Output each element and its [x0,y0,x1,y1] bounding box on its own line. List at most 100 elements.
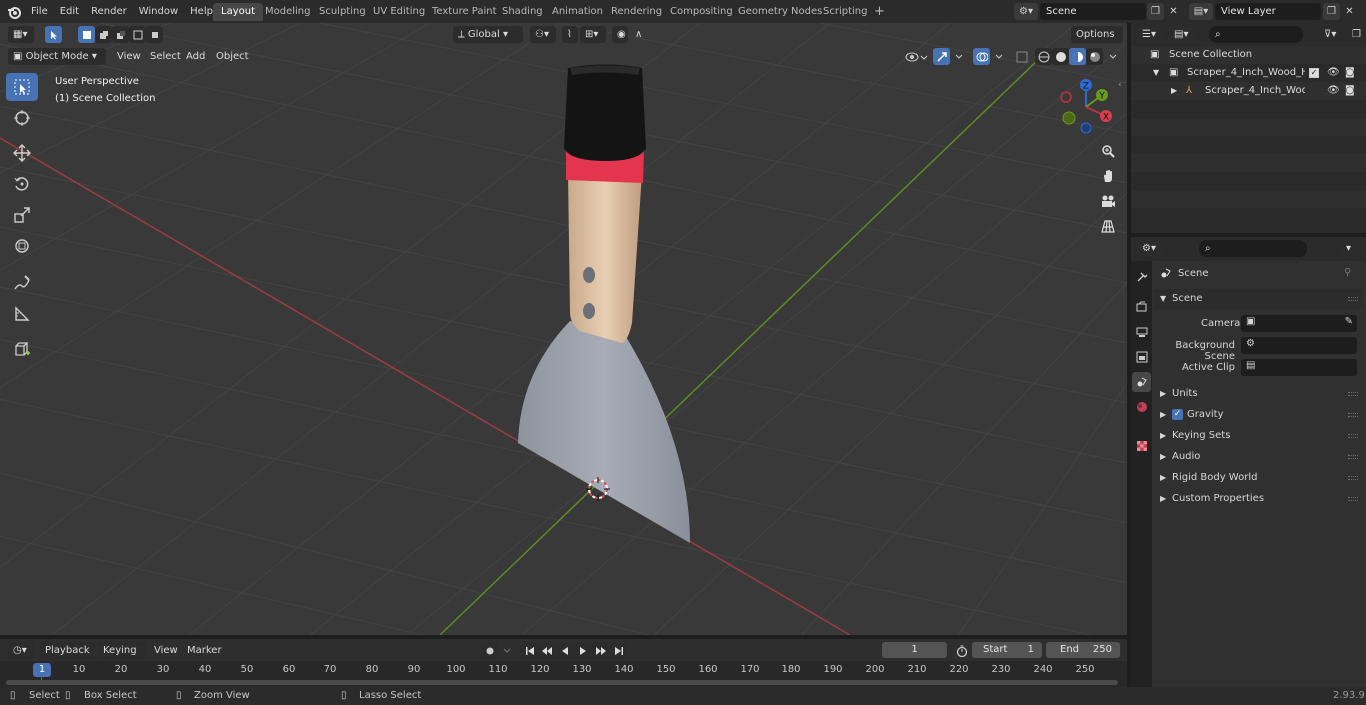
3d-viewport[interactable]: ▦▾ ⟂ Global ▾ ⚇▾ ⌇ ⊞▾ ◉ ∧ Options ▾ ▣ Ob… [0,23,1127,635]
panel-scene-header[interactable]: ▼ Scene [1154,289,1362,309]
tool-move[interactable] [6,139,38,167]
expand-arrow-icon[interactable]: ▶ [1171,82,1177,100]
panel-units[interactable]: ▶ Units [1154,384,1362,404]
shading-material-icon[interactable] [1069,48,1086,65]
tool-rotate[interactable] [6,170,38,198]
tab-world-icon[interactable] [1132,397,1151,417]
xray-toggle-icon[interactable] [1013,48,1030,65]
eyedropper-icon[interactable]: ✎ [1345,316,1353,327]
camera-render-icon[interactable]: ◙ [1345,82,1355,100]
current-frame-field[interactable]: 1 [882,642,947,658]
timeline-menu-playback[interactable]: Playback ▾ [40,642,96,673]
outliner-filter-icon[interactable]: ⊽▾ [1319,26,1345,43]
properties-search-input[interactable]: ⌕ [1199,240,1307,257]
options-button[interactable]: Options ▾ [1071,26,1123,57]
exclude-checkbox[interactable]: ✓ [1309,68,1319,78]
eye-icon[interactable]: 👁 [1327,82,1340,100]
viewport-scene[interactable] [0,23,1127,635]
tool-scale[interactable] [6,201,38,229]
camera-view-icon[interactable] [1096,189,1120,213]
play-icon[interactable] [574,642,591,659]
outliner-editor-type-icon[interactable]: ☰▾ [1137,26,1163,43]
scraper-blade[interactable] [518,321,690,543]
jump-end-icon[interactable] [610,642,627,659]
play-reverse-icon[interactable] [556,642,573,659]
tool-select-box[interactable] [6,73,38,101]
viewport-menu-object[interactable]: Object [216,48,249,65]
outliner-search-input[interactable]: ⌕ [1209,26,1303,43]
visibility-dropdown-icon[interactable] [903,48,929,65]
use-preview-range-icon[interactable] [953,642,970,659]
scraper-model[interactable] [518,64,690,544]
gizmo-neg-x[interactable] [1060,91,1072,103]
menu-file[interactable]: File [25,0,54,23]
timeline-editor[interactable]: ◷▾ Playback ▾ Keying ▾ View Marker 1 Sta… [0,639,1127,687]
shading-rendered-icon[interactable] [1086,48,1103,65]
scene-name-field[interactable]: Scene [1040,3,1146,20]
menu-window[interactable]: Window [133,0,184,23]
tab-shading[interactable]: Shading [494,3,551,21]
jump-next-keyframe-icon[interactable] [592,642,609,659]
transform-orientation-dropdown[interactable]: ⟂ Global ▾ [453,26,523,43]
tab-texture-icon[interactable] [1132,436,1151,456]
expand-arrow-icon[interactable]: ▼ [1153,64,1159,82]
tab-view-layer-icon[interactable] [1132,347,1151,367]
start-frame-field[interactable]: Start 1 [972,642,1042,658]
background-scene-field[interactable]: ⚙ [1241,337,1357,354]
sidebar-toggle-icon[interactable]: ‹ [1118,80,1122,90]
delete-scene-icon[interactable]: ✕ [1165,3,1182,20]
menu-edit[interactable]: Edit [54,0,85,23]
menu-render[interactable]: Render [85,0,133,23]
tab-tool-icon[interactable] [1132,267,1151,287]
timeline-editor-type-icon[interactable]: ◷▾ [8,642,34,659]
new-view-layer-icon[interactable]: ❐ [1323,3,1340,20]
tab-animation[interactable]: Animation [544,3,611,21]
tab-texture-paint[interactable]: Texture Paint [424,3,505,21]
scraper-handle[interactable] [568,173,642,343]
panel-custom-properties[interactable]: ▶ Custom Properties [1154,489,1362,509]
timeline-ruler[interactable]: 1 10 20 30 40 50 60 70 80 90 100 110 120… [0,661,1127,687]
tool-add-cube[interactable] [6,335,38,363]
tab-uv-editing[interactable]: UV Editing [365,3,433,21]
delete-view-layer-icon[interactable]: ✕ [1341,3,1358,20]
panel-rigid-body-world[interactable]: ▶ Rigid Body World [1154,468,1362,488]
gizmo-neg-y[interactable] [1062,111,1076,125]
eye-icon[interactable]: 👁 [1327,64,1340,82]
outliner[interactable]: ☰▾ ▤▾ ⌕ ⊽▾ ❐ ▣ Scene Collection ▼ ▣ Scra… [1131,23,1366,233]
viewport-menu-select[interactable]: Select [150,48,181,65]
jump-start-icon[interactable] [521,642,538,659]
select-mode-intersect-icon[interactable] [146,26,163,43]
outliner-row-scene-collection[interactable]: ▣ Scene Collection [1131,46,1366,64]
navigation-gizmo[interactable]: Z Y X [1055,75,1119,139]
snap-toggle-icon[interactable]: ⌇ [562,26,578,43]
end-frame-field[interactable]: End 250 [1046,642,1120,658]
object-mode-dropdown[interactable]: ▣ Object Mode ▾ [8,48,106,65]
new-collection-icon[interactable]: ❐ [1347,26,1363,43]
tool-transform[interactable] [6,232,38,260]
snap-target-icon[interactable]: ⊞▾ [580,26,606,43]
view-layer-field[interactable]: View Layer [1215,3,1321,20]
editor-type-icon[interactable]: ▦▾ [8,26,34,43]
tab-layout[interactable]: Layout [213,3,263,21]
pivot-point-icon[interactable]: ⚇▾ [530,26,556,43]
tab-output-icon[interactable] [1132,322,1151,342]
jump-prev-keyframe-icon[interactable] [538,642,555,659]
tab-scene-icon[interactable] [1132,372,1151,392]
tool-cursor[interactable] [6,104,38,132]
pan-view-hand-icon[interactable] [1096,164,1120,188]
proportional-edit-icon[interactable]: ◉ [612,26,628,43]
outliner-row-collection[interactable]: ▼ ▣ Scraper_4_Inch_Wood_Handle ✓ 👁 ◙ [1131,64,1366,82]
pin-icon[interactable]: ⚲ [1344,267,1351,278]
overlay-dropdown-icon[interactable] [990,48,1007,65]
perspective-toggle-icon[interactable] [1096,214,1120,238]
gizmo-toggle-icon[interactable] [933,48,950,65]
shading-wireframe-icon[interactable] [1035,48,1052,65]
select-tool-mode-icon[interactable] [45,26,62,43]
zoom-view-icon[interactable] [1096,139,1120,163]
outliner-display-mode-icon[interactable]: ▤▾ [1169,26,1195,43]
add-workspace-button[interactable]: + [866,3,893,21]
tab-compositing[interactable]: Compositing [662,3,741,21]
outliner-row-object[interactable]: ▶ ⅄ Scraper_4_Inch_Wood_Ha 👁 ◙ [1131,82,1366,100]
gizmo-neg-z[interactable] [1080,122,1092,134]
view-layer-selector-icon[interactable]: ▤▾ [1189,3,1213,20]
